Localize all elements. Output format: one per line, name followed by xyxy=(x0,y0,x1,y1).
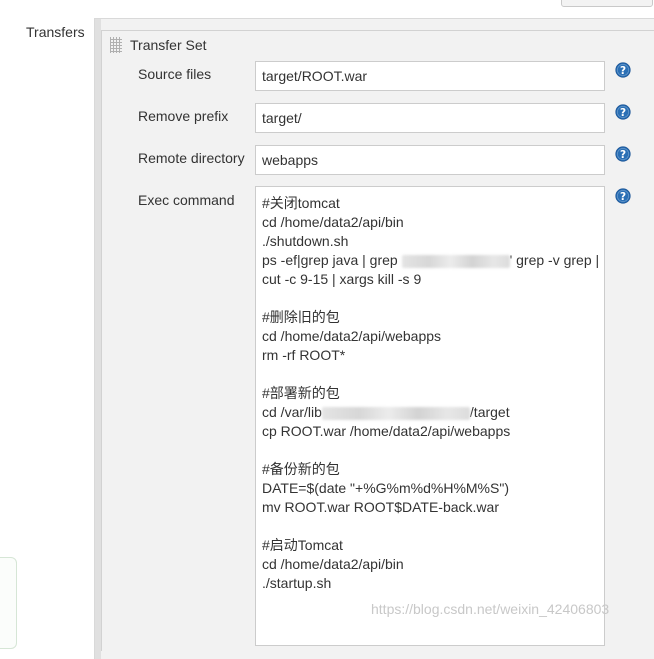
code-line: cd /home/data2/api/bin xyxy=(262,214,404,230)
top-button[interactable] xyxy=(561,0,653,7)
code-line: #启动Tomcat xyxy=(262,537,343,553)
svg-text:?: ? xyxy=(620,191,626,203)
remote-directory-input[interactable]: webapps xyxy=(255,145,605,175)
redacted-text xyxy=(321,406,470,420)
source-files-input[interactable]: target/ROOT.war xyxy=(255,61,605,91)
left-edge-widget xyxy=(0,557,17,649)
code-line: #删除旧的包 xyxy=(262,309,340,325)
code-line: cp ROOT.war /home/data2/api/webapps xyxy=(262,423,511,439)
code-segment: ' grep -v grep | xyxy=(509,252,600,268)
transfer-set-title: Transfer Set xyxy=(130,37,207,53)
redacted-text xyxy=(401,254,510,268)
code-line: #部署新的包 xyxy=(262,385,340,401)
code-line-grep: ps -ef|grep java | grep ' grep -v grep | xyxy=(262,251,600,270)
remove-prefix-label: Remove prefix xyxy=(138,108,229,124)
code-segment: ps -ef|grep java | grep xyxy=(262,252,398,268)
code-line: rm -rf ROOT* xyxy=(262,347,346,363)
transfers-label: Transfers xyxy=(26,24,85,40)
code-line: #备份新的包 xyxy=(262,461,340,477)
code-line: cd /home/data2/api/webapps xyxy=(262,328,442,344)
svg-text:?: ? xyxy=(620,65,626,77)
drag-handle-icon[interactable] xyxy=(110,37,122,53)
code-line-var-lib: cd /var/lib/target xyxy=(262,403,598,422)
remote-directory-label: Remote directory xyxy=(138,150,245,166)
code-line: DATE=$(date "+%G%m%d%H%M%S") xyxy=(262,480,509,496)
source-files-label: Source files xyxy=(138,66,212,82)
code-line: cd /home/data2/api/bin xyxy=(262,556,404,572)
code-segment: /target xyxy=(469,404,510,420)
code-line: #关闭tomcat xyxy=(262,195,340,211)
svg-text:?: ? xyxy=(620,107,626,119)
remove-prefix-input[interactable]: target/ xyxy=(255,103,605,133)
code-line: mv ROOT.war ROOT$DATE-back.war xyxy=(262,499,499,515)
code-line: ./startup.sh xyxy=(262,575,332,591)
code-line: cut -c 9-15 | xargs kill -s 9 xyxy=(262,271,422,287)
exec-command-textarea[interactable]: #关闭tomcat cd /home/data2/api/bin ./shutd… xyxy=(255,186,605,646)
exec-command-label: Exec command xyxy=(138,192,235,208)
code-line: ./shutdown.sh xyxy=(262,233,349,249)
help-question-icon[interactable]: ? xyxy=(615,104,631,120)
watermark: https://blog.csdn.net/weixin_42406803 xyxy=(371,601,610,617)
code-segment: cd /var/lib xyxy=(262,404,322,420)
help-question-icon[interactable]: ? xyxy=(615,188,631,204)
help-question-icon[interactable]: ? xyxy=(615,62,631,78)
help-question-icon[interactable]: ? xyxy=(615,146,631,162)
svg-text:?: ? xyxy=(620,149,626,161)
